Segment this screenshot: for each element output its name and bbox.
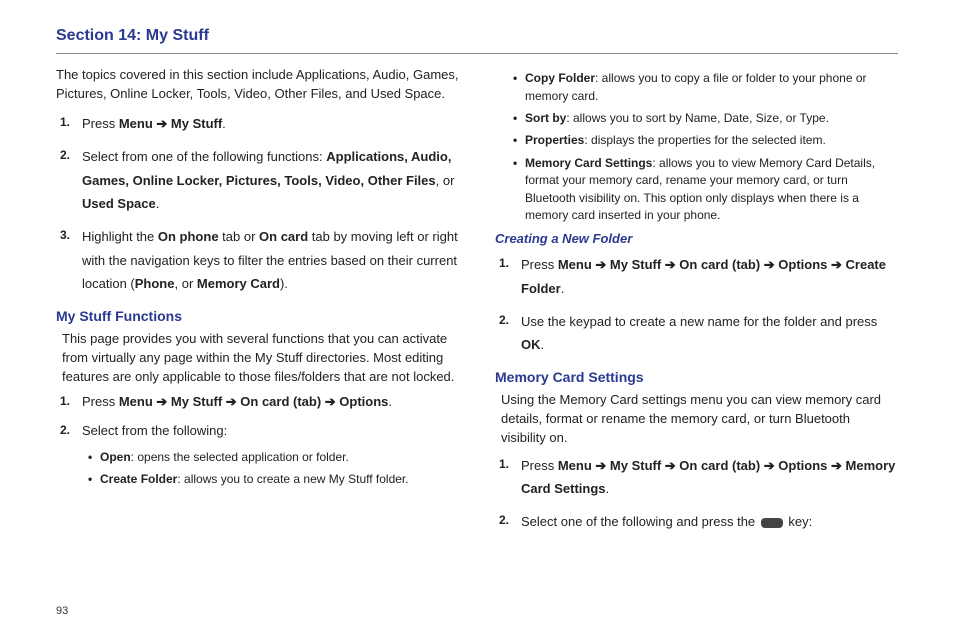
ok-key-icon xyxy=(761,518,783,528)
text: key: xyxy=(785,514,812,529)
bold: Copy Folder xyxy=(525,71,595,85)
bold: Sort by xyxy=(525,111,566,125)
steps-list-d: 1. Press Menu ➔ My Stuff ➔ On card (tab)… xyxy=(495,454,898,534)
steps-list-b: 1. Press Menu ➔ My Stuff ➔ On card (tab)… xyxy=(56,392,459,440)
step-d1: 1. Press Menu ➔ My Stuff ➔ On card (tab)… xyxy=(521,454,898,501)
bold: Memory Card xyxy=(197,276,280,291)
step-a1: 1. Press Menu ➔ My Stuff. xyxy=(82,112,459,135)
bold: Used Space xyxy=(82,196,156,211)
step-d2: 2. Select one of the following and press… xyxy=(521,510,898,533)
intro-text: The topics covered in this section inclu… xyxy=(56,66,459,104)
text: : opens the selected application or fold… xyxy=(131,450,349,464)
text: Press xyxy=(82,116,119,131)
bold-path: Menu ➔ My Stuff ➔ On card (tab) ➔ Option… xyxy=(521,257,886,295)
two-column-layout: The topics covered in this section inclu… xyxy=(56,66,898,544)
right-column: Copy Folder: allows you to copy a file o… xyxy=(495,66,898,544)
text: tab or xyxy=(219,229,259,244)
text: Press xyxy=(521,458,558,473)
heading-memory-card-settings: Memory Card Settings xyxy=(495,367,898,387)
bullet-b1: Create Folder: allows you to create a ne… xyxy=(100,471,459,488)
steps-list-c: 1. Press Menu ➔ My Stuff ➔ On card (tab)… xyxy=(495,253,898,357)
steps-list-a: 1. Press Menu ➔ My Stuff. 2. Select from… xyxy=(56,112,459,296)
text: Press xyxy=(82,394,119,409)
bold: On phone xyxy=(158,229,219,244)
bullet-t2: Properties: displays the properties for … xyxy=(525,132,898,149)
page-number: 93 xyxy=(56,604,68,620)
bold: Open xyxy=(100,450,131,464)
text: : allows you to create a new My Stuff fo… xyxy=(177,472,408,486)
bold-path: Menu ➔ My Stuff xyxy=(119,116,222,131)
text: : allows you to sort by Name, Date, Size… xyxy=(566,111,829,125)
step-a2: 2. Select from one of the following func… xyxy=(82,145,459,215)
bold: Properties xyxy=(525,133,584,147)
step-a3: 3. Highlight the On phone tab or On card… xyxy=(82,225,459,295)
text: , or xyxy=(174,276,196,291)
step-b2: 2. Select from the following: xyxy=(82,421,459,441)
bullet-list-top: Copy Folder: allows you to copy a file o… xyxy=(495,70,898,224)
bullet-list-b: Open: opens the selected application or … xyxy=(56,449,459,489)
section-title: Section 14: My Stuff xyxy=(56,24,898,54)
text: Select from the following: xyxy=(82,423,227,438)
text: : displays the properties for the select… xyxy=(584,133,825,147)
bullet-t1: Sort by: allows you to sort by Name, Dat… xyxy=(525,110,898,127)
text: Highlight the xyxy=(82,229,158,244)
text: Select one of the following and press th… xyxy=(521,514,759,529)
step-c1: 1. Press Menu ➔ My Stuff ➔ On card (tab)… xyxy=(521,253,898,300)
heading-my-stuff-functions: My Stuff Functions xyxy=(56,306,459,326)
text: Select from one of the following functio… xyxy=(82,149,326,164)
text: , or xyxy=(436,173,455,188)
step-b1: 1. Press Menu ➔ My Stuff ➔ On card (tab)… xyxy=(82,392,459,412)
functions-intro: This page provides you with several func… xyxy=(62,330,459,387)
left-column: The topics covered in this section inclu… xyxy=(56,66,459,544)
step-c2: 2. Use the keypad to create a new name f… xyxy=(521,310,898,357)
bold: Memory Card Settings xyxy=(525,156,652,170)
bullet-b0: Open: opens the selected application or … xyxy=(100,449,459,466)
text: ). xyxy=(280,276,288,291)
bold: OK xyxy=(521,337,541,352)
bold-path: Menu ➔ My Stuff ➔ On card (tab) ➔ Option… xyxy=(119,394,389,409)
bold: Create Folder xyxy=(100,472,177,486)
bullet-t3: Memory Card Settings: allows you to view… xyxy=(525,155,898,225)
text: Press xyxy=(521,257,558,272)
memory-intro: Using the Memory Card settings menu you … xyxy=(501,391,898,448)
bold: Phone xyxy=(135,276,175,291)
bullet-t0: Copy Folder: allows you to copy a file o… xyxy=(525,70,898,105)
heading-creating-folder: Creating a New Folder xyxy=(495,230,898,249)
bold: On card xyxy=(259,229,308,244)
bold-path: Menu ➔ My Stuff ➔ On card (tab) ➔ Option… xyxy=(521,458,895,496)
text: Use the keypad to create a new name for … xyxy=(521,314,877,329)
